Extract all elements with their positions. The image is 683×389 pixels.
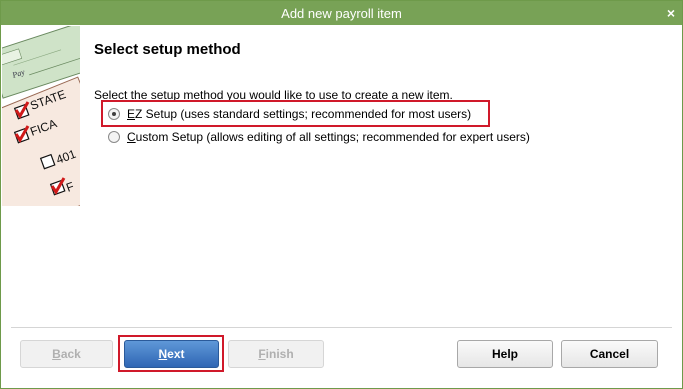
window-title: Add new payroll item bbox=[281, 6, 402, 21]
custom-setup-option[interactable]: Custom Setup (allows editing of all sett… bbox=[108, 130, 530, 144]
back-mnemonic: B bbox=[52, 347, 61, 361]
back-button[interactable]: Back bbox=[20, 340, 113, 368]
title-bar[interactable]: Add new payroll item × bbox=[1, 1, 682, 25]
next-highlight bbox=[118, 335, 224, 372]
finish-label: inish bbox=[265, 347, 294, 361]
payroll-forms-illustration: Pay STATE FICA 401 F bbox=[2, 26, 80, 206]
footer-divider bbox=[11, 327, 672, 328]
custom-setup-label-text: ustom Setup (allows editing of all setti… bbox=[135, 130, 530, 144]
finish-button[interactable]: Finish bbox=[228, 340, 324, 368]
custom-setup-mnemonic: C bbox=[127, 130, 136, 144]
help-button[interactable]: Help bbox=[457, 340, 553, 368]
custom-setup-radio[interactable] bbox=[108, 131, 120, 143]
back-label: ack bbox=[60, 347, 81, 361]
ez-setup-highlight bbox=[101, 100, 490, 127]
finish-mnemonic: F bbox=[258, 347, 266, 361]
cancel-button[interactable]: Cancel bbox=[561, 340, 658, 368]
close-icon[interactable]: × bbox=[667, 5, 675, 21]
custom-setup-label: Custom Setup (allows editing of all sett… bbox=[127, 130, 530, 144]
payroll-forms-graphic: Pay STATE FICA 401 F bbox=[2, 26, 80, 206]
dialog-window: Add new payroll item × Pay STATE FICA 40… bbox=[0, 0, 683, 389]
page-heading: Select setup method bbox=[94, 41, 241, 58]
